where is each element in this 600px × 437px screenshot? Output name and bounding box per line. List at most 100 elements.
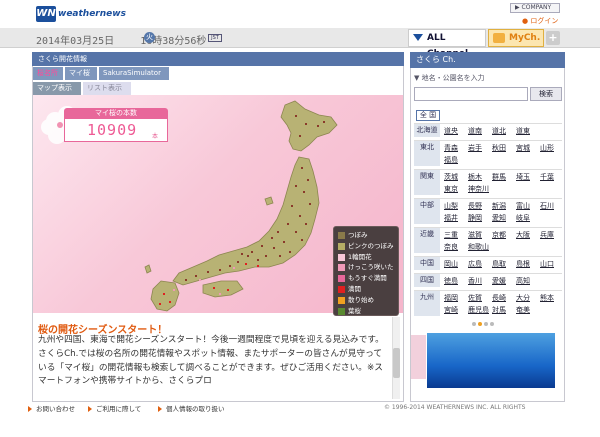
- region-name[interactable]: 中国: [414, 257, 440, 270]
- region-city-link[interactable]: 道央: [444, 125, 458, 137]
- my-sakura-count-label: マイ桜の本数: [64, 108, 168, 118]
- region-city-link[interactable]: 秋田: [492, 142, 506, 154]
- region-city-link[interactable]: 長野: [468, 200, 482, 212]
- region-city-link[interactable]: 鹿児島: [468, 304, 489, 316]
- legend-swatch: [338, 296, 345, 304]
- region-city-link[interactable]: 長崎: [492, 292, 506, 304]
- region-city-link[interactable]: 島根: [516, 258, 530, 270]
- legend-swatch: [338, 286, 345, 293]
- tab-my-sakura[interactable]: マイ桜: [65, 67, 97, 80]
- login-link[interactable]: ● ログイン: [522, 16, 558, 26]
- region-city-link[interactable]: 埼玉: [516, 171, 530, 183]
- region-city-link[interactable]: 宮崎: [444, 304, 458, 316]
- sakura-ch-title: さくら Ch.: [410, 52, 565, 68]
- tab-all-channel[interactable]: ALL Channel: [408, 29, 486, 59]
- banner-image[interactable]: [427, 333, 555, 388]
- weathernews-logo-icon[interactable]: WN: [36, 6, 56, 22]
- region-city-link[interactable]: 山口: [540, 258, 554, 270]
- region-city-link[interactable]: 群馬: [492, 171, 506, 183]
- region-city-link[interactable]: 千葉: [540, 171, 554, 183]
- region-city-link[interactable]: 徳島: [444, 275, 458, 287]
- region-city-link[interactable]: 佐賀: [468, 292, 482, 304]
- region-city-link[interactable]: 奄美: [516, 304, 530, 316]
- region-city-link[interactable]: 山梨: [444, 200, 458, 212]
- news-scroll-thumb[interactable]: [393, 348, 400, 378]
- banner-thumb[interactable]: [411, 335, 426, 379]
- region-city-link[interactable]: 栃木: [468, 171, 482, 183]
- region-name[interactable]: 関東: [414, 170, 440, 195]
- region-city-link[interactable]: 道南: [468, 125, 482, 137]
- legend-item: けっこう咲いた: [338, 262, 394, 272]
- region-city-link[interactable]: 滋賀: [468, 229, 482, 241]
- region-city-link[interactable]: 福島: [444, 154, 458, 166]
- region-city-link[interactable]: 大阪: [516, 229, 530, 241]
- region-city-link[interactable]: 東京: [444, 183, 458, 195]
- region-city-link[interactable]: 香川: [468, 275, 482, 287]
- company-label: COMPANY: [521, 4, 552, 11]
- region-city-link[interactable]: 岐阜: [516, 212, 530, 224]
- chevron-down-icon: [413, 34, 423, 41]
- region-name[interactable]: 四国: [414, 274, 440, 287]
- carousel-dot-active[interactable]: [478, 322, 482, 326]
- search-button[interactable]: 検索: [530, 87, 562, 101]
- legend-label: 満開: [348, 285, 361, 293]
- region-city-link[interactable]: 道東: [516, 125, 530, 137]
- region-city-link[interactable]: 奈良: [444, 241, 458, 253]
- nationwide-button[interactable]: 全 国: [416, 110, 440, 121]
- carousel-dot[interactable]: [472, 322, 476, 326]
- date-value: 2014年03月25日: [36, 36, 115, 47]
- region-city-link[interactable]: 熊本: [540, 292, 554, 304]
- region-city-link[interactable]: 広島: [468, 258, 482, 270]
- region-city-link[interactable]: 福岡: [444, 292, 458, 304]
- region-city-link[interactable]: 愛媛: [492, 275, 506, 287]
- region-name[interactable]: 九州: [414, 291, 440, 316]
- region-name[interactable]: 近畿: [414, 228, 440, 253]
- region-city-link[interactable]: 新潟: [492, 200, 506, 212]
- region-city-link[interactable]: 大分: [516, 292, 530, 304]
- footer-link-contact[interactable]: お問い合わせ: [28, 403, 75, 415]
- tab-map-view[interactable]: マップ表示: [33, 82, 81, 95]
- add-channel-button[interactable]: +: [546, 31, 560, 45]
- region-city-link[interactable]: 京都: [492, 229, 506, 241]
- region-city-link[interactable]: 三重: [444, 229, 458, 241]
- region-city-link[interactable]: 茨城: [444, 171, 458, 183]
- region-city-link[interactable]: 岩手: [468, 142, 482, 154]
- region-name[interactable]: 北海道: [414, 124, 440, 137]
- search-input[interactable]: [414, 87, 528, 101]
- tab-sakura-meisho[interactable]: 桜名所: [33, 67, 63, 80]
- footer-link-terms[interactable]: ご利用に際して: [88, 403, 141, 415]
- my-sakura-count-unit: 本: [152, 133, 159, 140]
- region-city-link[interactable]: 高知: [516, 275, 530, 287]
- tab-sakura-simulator[interactable]: SakuraSimulator: [99, 67, 169, 80]
- region-city-link[interactable]: 石川: [540, 200, 554, 212]
- region-city-link[interactable]: 青森: [444, 142, 458, 154]
- legend-label: 葉桜: [348, 306, 361, 315]
- region-city-link[interactable]: 和歌山: [468, 241, 489, 253]
- region-city-link[interactable]: 愛知: [492, 212, 506, 224]
- region-city-link[interactable]: 道北: [492, 125, 506, 137]
- region-city-link[interactable]: 宮城: [516, 142, 530, 154]
- region-city-link[interactable]: 対馬: [492, 304, 506, 316]
- region-city-link[interactable]: 富山: [516, 200, 530, 212]
- region-city-link[interactable]: 神奈川: [468, 183, 489, 195]
- region-city-link[interactable]: 鳥取: [492, 258, 506, 270]
- weathernews-logo-text[interactable]: weathernews: [58, 9, 126, 19]
- carousel-dot[interactable]: [484, 322, 488, 326]
- legend-item: 散り始め: [338, 295, 374, 305]
- region-city-link[interactable]: 兵庫: [540, 229, 554, 241]
- tab-list-view[interactable]: リスト表示: [83, 82, 131, 95]
- login-label: ログイン: [530, 17, 559, 25]
- region-city-link[interactable]: 福井: [444, 212, 458, 224]
- company-button[interactable]: ▶ COMPANY: [510, 3, 560, 13]
- region-city-link[interactable]: 山形: [540, 142, 554, 154]
- legend-label: ピンクのつぼみ: [348, 241, 394, 250]
- footer-link-privacy[interactable]: 個人情報の取り扱い: [158, 403, 225, 415]
- region-name[interactable]: 東北: [414, 141, 440, 166]
- region-city-link[interactable]: 岡山: [444, 258, 458, 270]
- region-city-link[interactable]: 静岡: [468, 212, 482, 224]
- region-row: 四国 徳島 香川 愛媛 高知: [414, 273, 562, 287]
- region-name[interactable]: 中部: [414, 199, 440, 224]
- carousel-dot[interactable]: [490, 322, 494, 326]
- japan-landmass: [144, 100, 338, 312]
- tab-my-channel[interactable]: MyCh.: [488, 29, 544, 47]
